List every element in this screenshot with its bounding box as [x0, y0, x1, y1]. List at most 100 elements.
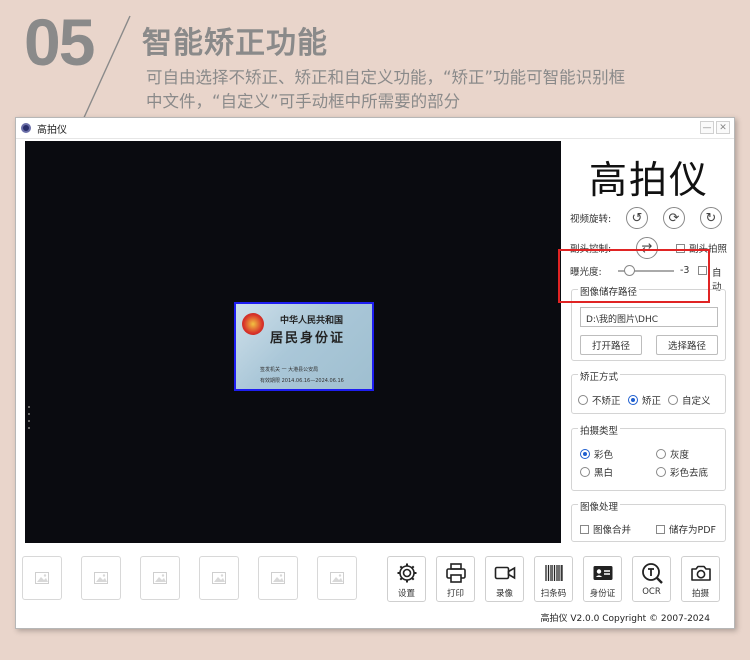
radio-icon — [656, 449, 666, 459]
barcode-button[interactable]: 扫条码 — [534, 556, 573, 602]
image-placeholder-icon — [330, 572, 344, 584]
rotate-reset-button[interactable]: ⟳ — [663, 207, 685, 229]
capture-label: 拍摄 — [691, 589, 709, 599]
radio-icon — [578, 395, 588, 405]
record-button[interactable]: 录像 — [485, 556, 524, 602]
radio-selected-icon — [628, 395, 638, 405]
action-toolbar: 设置 打印 录像 扫条码 身份证 OCR 拍摄 — [387, 556, 720, 602]
thumbnail-slot[interactable] — [199, 556, 239, 600]
ocr-label: OCR — [642, 587, 661, 597]
barcode-icon — [544, 565, 563, 581]
camera-preview[interactable]: 中华人民共和国 居民身份证 签发机关 一 大港县公安局 有效期限 2014.06… — [25, 141, 561, 543]
image-placeholder-icon — [94, 572, 108, 584]
thumbnail-strip — [22, 556, 357, 600]
national-emblem-icon — [242, 313, 264, 335]
printer-icon — [445, 563, 466, 583]
thumbnail-slot[interactable] — [258, 556, 298, 600]
correction-mode-title: 矫正方式 — [578, 369, 621, 383]
capture-type-title: 拍摄类型 — [578, 423, 621, 437]
choose-path-button[interactable]: 选择路径 — [656, 335, 718, 355]
save-path-input[interactable]: D:\我的图片\DHC — [580, 307, 718, 327]
barcode-label: 扫条码 — [540, 589, 567, 599]
ocr-magnifier-icon — [641, 563, 663, 584]
window-title: 高拍仪 — [37, 124, 67, 136]
card-title: 居民身份证 — [270, 331, 346, 346]
description-line: 可自由选择不矫正、矫正和自定义功能，“矫正”功能可智能识别框 — [146, 68, 626, 87]
image-processing-group: 图像处理 图像合并 储存为PDF — [571, 499, 726, 542]
camera-icon — [690, 565, 711, 581]
ocr-button[interactable]: OCR — [632, 556, 671, 602]
copyright-footer: 高拍仪 V2.0.0 Copyright © 2007-2024 — [540, 614, 710, 624]
save-pdf-option[interactable]: 储存为PDF — [656, 522, 716, 536]
option-label: 矫正 — [642, 396, 662, 407]
brand-title: 高拍仪 — [588, 158, 709, 202]
checkbox-icon — [656, 524, 665, 534]
option-label: 自定义 — [682, 396, 711, 407]
image-placeholder-icon — [153, 572, 167, 584]
capture-option-bw[interactable]: 黑白 — [580, 465, 613, 479]
card-issuer: 签发机关 一 大港县公安局 — [260, 367, 319, 373]
correction-mode-group: 矫正方式 不矫正 矫正 自定义 — [571, 369, 726, 414]
record-label: 录像 — [495, 589, 513, 599]
minimize-button[interactable]: — — [700, 121, 714, 134]
thumbnail-slot[interactable] — [140, 556, 180, 600]
radio-icon — [580, 467, 590, 477]
print-label: 打印 — [446, 589, 464, 599]
description-line: 中文件，“自定义”可手动框中所需要的部分 — [146, 92, 461, 111]
settings-label: 设置 — [397, 589, 415, 599]
checkbox-icon — [580, 524, 589, 534]
correction-option-custom[interactable]: 自定义 — [668, 393, 711, 407]
feature-title: 智能矫正功能 — [142, 26, 328, 61]
option-label: 不矫正 — [592, 396, 621, 407]
radio-icon — [668, 395, 678, 405]
idcard-button[interactable]: 身份证 — [583, 556, 622, 602]
print-button[interactable]: 打印 — [436, 556, 475, 602]
divider-slash — [81, 15, 131, 123]
option-label: 黑白 — [594, 468, 614, 479]
open-path-button[interactable]: 打开路径 — [580, 335, 642, 355]
app-window: 高拍仪 — ✕ 中华人民共和国 居民身份证 签发机关 一 大港县公安局 有效期限… — [15, 117, 735, 629]
window-controls: — ✕ — [700, 121, 730, 134]
video-camera-icon — [494, 566, 515, 580]
feature-description: 可自由选择不矫正、矫正和自定义功能，“矫正”功能可智能识别框 中文件，“自定义”… — [146, 66, 736, 114]
settings-button[interactable]: 设置 — [387, 556, 426, 602]
image-placeholder-icon — [271, 572, 285, 584]
thumbnail-slot[interactable] — [317, 556, 357, 600]
idcard-label: 身份证 — [589, 589, 616, 599]
gear-icon — [397, 563, 416, 583]
capture-type-group: 拍摄类型 彩色 灰度 黑白 彩色去底 — [571, 423, 726, 491]
rotate-row: 视频旋转: ↺ ⟳ ↻ — [570, 207, 722, 229]
image-processing-title: 图像处理 — [578, 499, 621, 513]
image-placeholder-icon — [212, 572, 226, 584]
capture-button[interactable]: 拍摄 — [681, 556, 720, 602]
image-placeholder-icon — [35, 572, 49, 584]
correction-option-auto[interactable]: 矫正 — [628, 393, 661, 407]
thumbnail-slot[interactable] — [81, 556, 121, 600]
correction-mode-highlight — [558, 249, 710, 303]
merge-images-option[interactable]: 图像合并 — [580, 522, 631, 536]
option-label: 储存为PDF — [669, 525, 717, 536]
radio-icon — [656, 467, 666, 477]
capture-option-color-nobg[interactable]: 彩色去底 — [656, 465, 708, 479]
scroll-indicator — [28, 406, 31, 434]
rotate-left-button[interactable]: ↺ — [626, 207, 648, 229]
capture-option-color[interactable]: 彩色 — [580, 447, 613, 461]
option-label: 灰度 — [670, 450, 690, 461]
option-label: 彩色去底 — [670, 468, 709, 479]
title-bar: 高拍仪 — ✕ — [16, 118, 734, 139]
capture-option-gray[interactable]: 灰度 — [656, 447, 689, 461]
close-button[interactable]: ✕ — [716, 121, 730, 134]
rotate-label: 视频旋转: — [570, 214, 612, 225]
rotate-right-button[interactable]: ↻ — [700, 207, 722, 229]
card-country: 中华人民共和国 — [280, 316, 344, 326]
id-card-icon — [593, 566, 612, 580]
option-label: 图像合并 — [593, 525, 632, 536]
correction-option-none[interactable]: 不矫正 — [578, 393, 621, 407]
radio-selected-icon — [580, 449, 590, 459]
control-panel: 高拍仪 视频旋转: ↺ ⟳ ↻ 副头控制: ⇄ 副头拍照 曝光度: -3 自动 … — [567, 141, 731, 543]
option-label: 彩色 — [594, 450, 614, 461]
detected-id-card: 中华人民共和国 居民身份证 签发机关 一 大港县公安局 有效期限 2014.06… — [234, 302, 374, 391]
card-validity: 有效期限 2014.06.16—2024.06.16 — [260, 378, 344, 384]
thumbnail-slot[interactable] — [22, 556, 62, 600]
app-logo-icon — [21, 123, 31, 133]
